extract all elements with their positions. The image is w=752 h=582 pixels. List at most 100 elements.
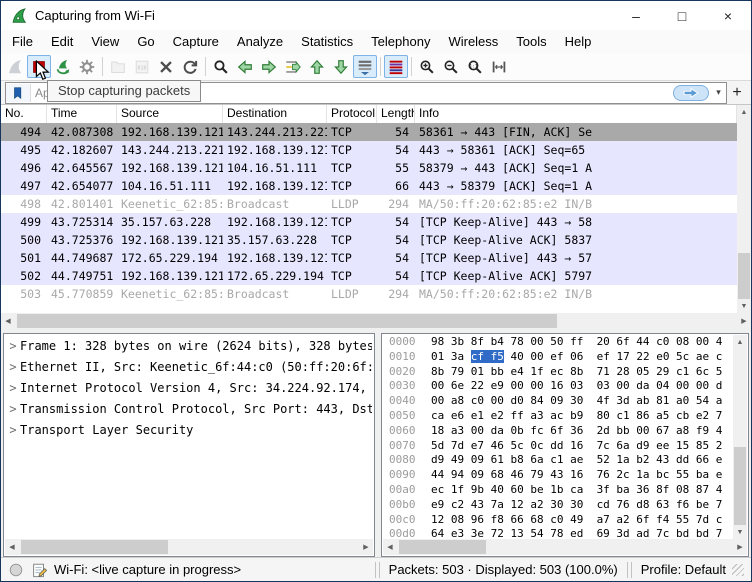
close-capture-file-button[interactable]: [154, 55, 178, 78]
scrollbar-thumb[interactable]: [738, 253, 750, 299]
packet-row-496[interactable]: 49642.645567192.168.139.121104.16.51.111…: [1, 159, 737, 177]
minimize-button[interactable]: –: [613, 1, 659, 30]
hex-row-0000[interactable]: 000098 3b 8f b4 78 00 50 ff 20 6f 44 c0 …: [382, 335, 734, 350]
menu-wireless[interactable]: Wireless: [439, 30, 507, 53]
reload-capture-file-button[interactable]: [178, 55, 202, 78]
hex-row-0050[interactable]: 0050ca e6 e1 e2 ff a3 ac b9 80 c1 86 a5 …: [382, 409, 734, 424]
expand-icon[interactable]: >: [6, 357, 20, 378]
resize-grip[interactable]: [732, 564, 744, 576]
scroll-left-arrow-icon[interactable]: ◀: [1, 314, 15, 328]
hex-row-00c0[interactable]: 00c012 08 96 f8 66 68 c0 49 a7 a2 6f f4 …: [382, 513, 734, 528]
open-capture-file-button[interactable]: [106, 55, 130, 78]
start-capture-button[interactable]: [3, 55, 27, 78]
menu-help[interactable]: Help: [556, 30, 601, 53]
scroll-right-arrow-icon[interactable]: ▶: [733, 540, 747, 554]
hex-row-0080[interactable]: 0080d9 49 09 61 b8 6a c1 ae 52 1a b2 43 …: [382, 453, 734, 468]
detail-line[interactable]: >Frame 1: 328 bytes on wire (2624 bits),…: [6, 336, 372, 357]
scroll-left-arrow-icon[interactable]: ◀: [383, 540, 397, 554]
hex-row-00b0[interactable]: 00b0e9 c2 43 7a 12 a2 30 30 cd 76 d8 63 …: [382, 498, 734, 513]
column-header-time[interactable]: Time: [47, 105, 117, 123]
save-capture-file-button[interactable]: 010: [130, 55, 154, 78]
resize-columns-button[interactable]: [487, 55, 511, 78]
hex-horizontal-scrollbar[interactable]: ◀ ▶: [383, 539, 747, 555]
scrollbar-thumb[interactable]: [21, 540, 168, 554]
menu-statistics[interactable]: Statistics: [292, 30, 362, 53]
column-header-length[interactable]: Length: [377, 105, 415, 123]
colorize-toggle-button[interactable]: [384, 55, 408, 78]
scrollbar-thumb[interactable]: [734, 447, 746, 525]
go-to-packet-button[interactable]: [281, 55, 305, 78]
column-header-info[interactable]: Info: [415, 105, 737, 123]
scroll-left-arrow-icon[interactable]: ◀: [5, 540, 19, 554]
menu-telephony[interactable]: Telephony: [362, 30, 439, 53]
expand-icon[interactable]: >: [6, 378, 20, 399]
detail-line[interactable]: >Ethernet II, Src: Keenetic_6f:44:c0 (50…: [6, 357, 372, 378]
hex-row-00d0[interactable]: 00d064 e3 3e 72 13 54 78 ed 69 3d ad 7c …: [382, 527, 734, 539]
capture-comment-icon[interactable]: [31, 562, 47, 578]
expert-info-led-icon[interactable]: [8, 562, 24, 578]
scroll-up-arrow-icon[interactable]: ▲: [737, 105, 751, 119]
menu-go[interactable]: Go: [128, 30, 163, 53]
scroll-right-arrow-icon[interactable]: ▶: [737, 314, 751, 328]
menu-file[interactable]: File: [3, 30, 42, 53]
menu-capture[interactable]: Capture: [164, 30, 228, 53]
hex-vertical-scrollbar[interactable]: ▲ ▼: [733, 335, 747, 539]
expand-icon[interactable]: >: [6, 399, 20, 420]
hex-row-0040[interactable]: 004000 a8 c0 00 d0 84 09 30 4f 3d ab 81 …: [382, 394, 734, 409]
hex-row-0090[interactable]: 009044 94 09 68 46 79 43 16 76 2c 1a bc …: [382, 468, 734, 483]
column-header-destination[interactable]: Destination: [223, 105, 327, 123]
packet-row-495[interactable]: 49542.182607143.244.213.221192.168.139.1…: [1, 141, 737, 159]
hex-row-0060[interactable]: 006018 a3 00 da 0b fc 6f 36 2d bb 00 67 …: [382, 424, 734, 439]
hex-row-0020[interactable]: 00208b 79 01 bb e4 1f ec 8b 71 28 05 29 …: [382, 365, 734, 380]
details-horizontal-scrollbar[interactable]: ◀ ▶: [5, 539, 373, 555]
packet-row-501[interactable]: 50144.749687172.65.229.194192.168.139.12…: [1, 249, 737, 267]
packet-row-498[interactable]: 49842.801401Keenetic_62:85:e2BroadcastLL…: [1, 195, 737, 213]
packet-row-503[interactable]: 50345.770859Keenetic_62:85:e2BroadcastLL…: [1, 285, 737, 303]
hex-row-0070[interactable]: 00705d 7d e7 46 5c 0c dd 16 7c 6a d9 ee …: [382, 439, 734, 454]
menu-view[interactable]: View: [82, 30, 128, 53]
hex-row-00a0[interactable]: 00a0ec 1f 9b 40 60 be 1b ca 3f ba 36 8f …: [382, 483, 734, 498]
detail-line[interactable]: >Transmission Control Protocol, Src Port…: [6, 399, 372, 420]
hex-row-0030[interactable]: 003000 6e 22 e9 00 00 16 03 03 00 da 04 …: [382, 379, 734, 394]
go-next-packet-button[interactable]: [257, 55, 281, 78]
capture-options-button[interactable]: [75, 55, 99, 78]
profile-text[interactable]: Profile: Default: [641, 562, 726, 577]
zoom-reset-button[interactable]: 1:1: [463, 55, 487, 78]
column-header-no[interactable]: No.: [1, 105, 47, 123]
go-previous-packet-button[interactable]: [233, 55, 257, 78]
auto-scroll-toggle-button[interactable]: [353, 55, 377, 78]
zoom-in-button[interactable]: [415, 55, 439, 78]
scrollbar-thumb[interactable]: [17, 314, 557, 328]
menu-analyze[interactable]: Analyze: [228, 30, 292, 53]
packet-row-497[interactable]: 49742.654077104.16.51.111192.168.139.121…: [1, 177, 737, 195]
expand-icon[interactable]: >: [6, 336, 20, 357]
packet-row-500[interactable]: 50043.725376192.168.139.12135.157.63.228…: [1, 231, 737, 249]
expand-icon[interactable]: >: [6, 420, 20, 441]
scroll-down-arrow-icon[interactable]: ▼: [733, 525, 747, 539]
detail-line[interactable]: >Internet Protocol Version 4, Src: 34.22…: [6, 378, 372, 399]
close-button[interactable]: ×: [705, 1, 751, 30]
column-header-protocol[interactable]: Protocol: [327, 105, 377, 123]
go-first-packet-button[interactable]: [305, 55, 329, 78]
zoom-out-button[interactable]: [439, 55, 463, 78]
packet-row-499[interactable]: 49943.72531435.157.63.228192.168.139.121…: [1, 213, 737, 231]
packet-row-494[interactable]: 49442.087308192.168.139.121143.244.213.2…: [1, 123, 737, 141]
add-filter-button[interactable]: +: [727, 84, 747, 102]
filter-dropdown-caret[interactable]: ▾: [711, 87, 726, 98]
packet-list-vertical-scrollbar[interactable]: ▲ ▼: [737, 105, 751, 313]
scrollbar-thumb[interactable]: [399, 540, 486, 554]
scroll-down-arrow-icon[interactable]: ▼: [737, 299, 751, 313]
restart-capture-button[interactable]: [51, 55, 75, 78]
packet-row-502[interactable]: 50244.749751192.168.139.121172.65.229.19…: [1, 267, 737, 285]
apply-filter-button[interactable]: [673, 85, 709, 101]
maximize-button[interactable]: □: [659, 1, 705, 30]
scroll-right-arrow-icon[interactable]: ▶: [359, 540, 373, 554]
detail-line[interactable]: >Transport Layer Security: [6, 420, 372, 441]
filter-bookmark-button[interactable]: [6, 84, 31, 102]
packet-list-horizontal-scrollbar[interactable]: ◀ ▶: [1, 313, 751, 329]
find-packet-button[interactable]: [209, 55, 233, 78]
menu-edit[interactable]: Edit: [42, 30, 82, 53]
column-header-source[interactable]: Source: [117, 105, 223, 123]
menu-tools[interactable]: Tools: [507, 30, 555, 53]
go-last-packet-button[interactable]: [329, 55, 353, 78]
